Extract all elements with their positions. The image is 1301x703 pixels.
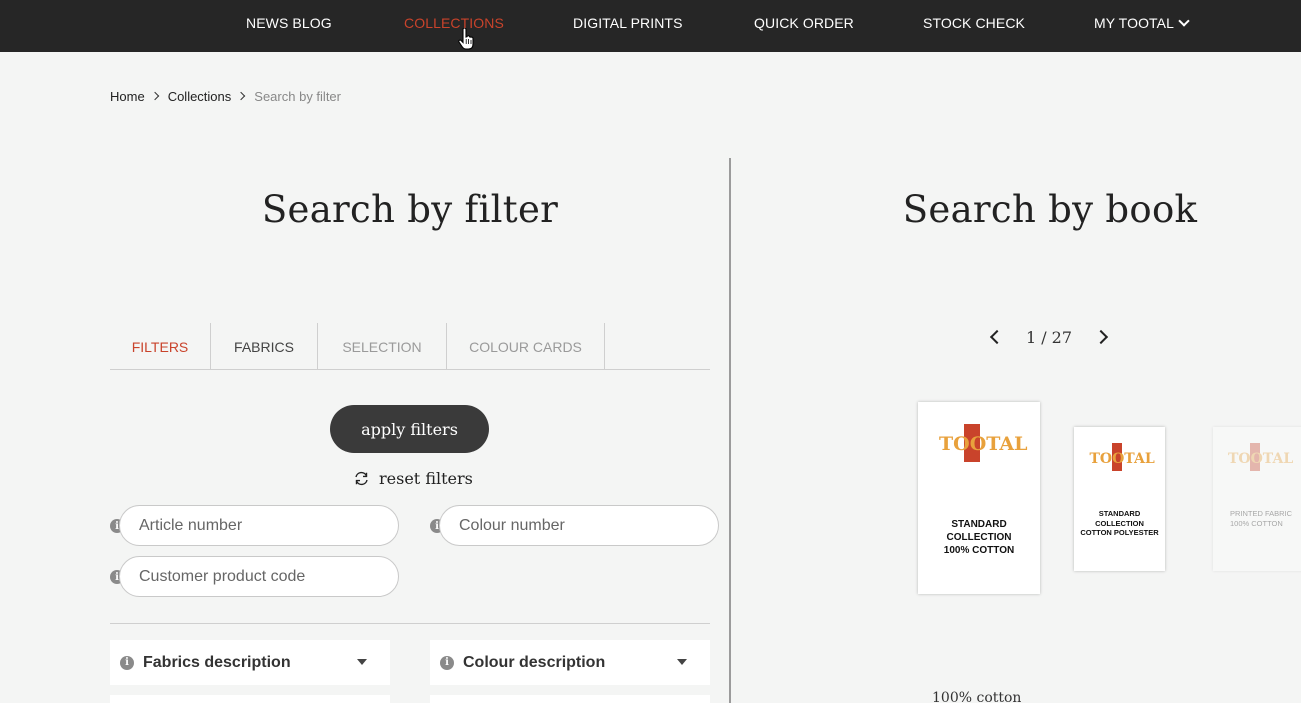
caret-down-icon xyxy=(677,659,687,665)
fabrics-description-label: Fabrics description xyxy=(143,653,291,671)
nav-digital-prints[interactable]: DIGITAL PRINTS xyxy=(573,15,683,31)
nav-my-tootal[interactable]: MY TOOTAL xyxy=(1094,15,1190,31)
customer-product-code-input[interactable]: Customer product code xyxy=(119,556,399,597)
breadcrumb-home[interactable]: Home xyxy=(110,89,145,104)
chevron-down-icon xyxy=(1178,15,1190,27)
top-navigation: NEWS BLOG COLLECTIONS DIGITAL PRINTS QUI… xyxy=(0,0,1301,52)
colour-description-select[interactable]: i Colour description xyxy=(430,640,710,685)
next-select-partial[interactable] xyxy=(430,695,710,703)
reset-filters-label: reset filters xyxy=(379,469,473,488)
tootal-logo: TOOTAL xyxy=(939,422,1027,482)
book-card[interactable]: TOOTAL STANDARD COLLECTION 100% COTTON xyxy=(918,402,1040,594)
chevron-left-icon[interactable] xyxy=(989,329,1005,345)
nav-stock-check[interactable]: STOCK CHECK xyxy=(923,15,1025,31)
book-caption: STANDARD COLLECTION COTTON POLYESTER xyxy=(1080,509,1159,537)
info-icon[interactable]: i xyxy=(120,655,134,670)
nav-collections[interactable]: COLLECTIONS xyxy=(404,15,504,31)
search-by-book-title: Search by book xyxy=(902,188,1198,231)
apply-filters-button[interactable]: apply filters xyxy=(330,405,489,453)
tootal-logo: TOOTAL xyxy=(1228,443,1293,483)
tab-selection[interactable]: SELECTION xyxy=(317,323,446,370)
tab-colour-cards[interactable]: COLOUR CARDS xyxy=(446,323,605,370)
breadcrumb-current: Search by filter xyxy=(254,89,341,105)
chevron-right-icon[interactable] xyxy=(1093,329,1109,345)
hand-cursor-icon xyxy=(458,28,474,50)
colour-number-input[interactable]: Colour number xyxy=(439,505,719,546)
breadcrumb-collections[interactable]: Collections xyxy=(168,89,232,104)
chevron-right-icon xyxy=(150,91,159,100)
caret-down-icon xyxy=(357,659,367,665)
selected-book-caption: 100% cotton xyxy=(932,690,1022,703)
book-card[interactable]: TOOTAL STANDARD COLLECTION COTTON POLYES… xyxy=(1074,427,1165,571)
book-caption: STANDARD COLLECTION 100% COTTON xyxy=(943,519,1015,556)
tab-fabrics[interactable]: FABRICS xyxy=(210,323,317,370)
nav-news-blog[interactable]: NEWS BLOG xyxy=(246,15,332,31)
nav-quick-order[interactable]: QUICK ORDER xyxy=(754,15,854,31)
filter-tabs: FILTERS FABRICS SELECTION COLOUR CARDS xyxy=(110,323,710,370)
nav-my-tootal-label: MY TOOTAL xyxy=(1094,15,1174,31)
chevron-right-icon xyxy=(237,91,246,100)
filter-divider xyxy=(110,623,710,624)
tootal-logo: TOOTAL xyxy=(1090,443,1155,483)
search-by-filter-title: Search by filter xyxy=(261,188,559,231)
book-pager: 1 / 27 xyxy=(986,325,1112,349)
book-caption: PRINTED FABRIC 100% COTTON xyxy=(1230,509,1293,528)
article-number-input[interactable]: Article number xyxy=(119,505,399,546)
tab-filters[interactable]: FILTERS xyxy=(110,323,210,370)
panel-divider xyxy=(729,158,731,703)
colour-description-label: Colour description xyxy=(463,653,606,671)
book-card[interactable]: TOOTAL PRINTED FABRIC 100% COTTON xyxy=(1213,427,1301,571)
info-icon[interactable]: i xyxy=(440,655,454,670)
reset-filters-button[interactable]: reset filters xyxy=(353,469,473,488)
fabrics-description-select[interactable]: i Fabrics description xyxy=(110,640,390,685)
refresh-icon xyxy=(355,471,368,486)
pager-count: 1 / 27 xyxy=(1025,327,1073,347)
breadcrumb: Home Collections Search by filter xyxy=(110,88,341,104)
next-select-partial[interactable] xyxy=(110,695,390,703)
